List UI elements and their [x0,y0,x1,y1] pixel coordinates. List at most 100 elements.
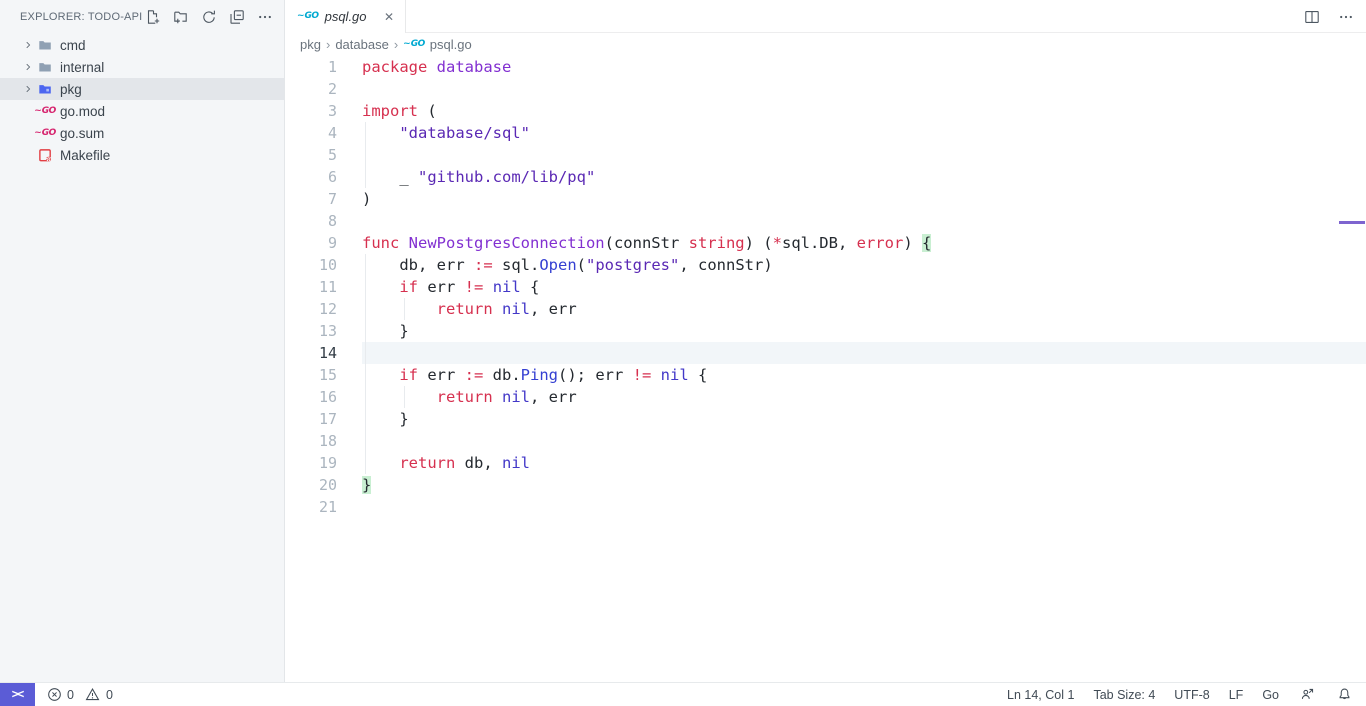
collapse-folders-icon[interactable] [226,6,247,27]
line-number-14[interactable]: 14 [286,342,362,364]
code-token: ) [903,234,922,252]
warning-count: 0 [106,688,113,702]
feedback-icon[interactable] [1298,686,1316,704]
tree-item-internal[interactable]: internal [0,56,284,78]
tab-bar: GO psql.go ✕ [286,0,1366,33]
code-line-9[interactable]: 9func NewPostgresConnection(connStr stri… [286,232,1366,254]
more-actions-icon[interactable] [1336,7,1356,27]
tree-item-cmd[interactable]: cmd [0,34,284,56]
code-line-16[interactable]: 16 return nil, err [286,386,1366,408]
go-mod-file-icon: GO [36,125,54,141]
line-number-3[interactable]: 3 [286,100,362,122]
line-number-12[interactable]: 12 [286,298,362,320]
notifications-bell-icon[interactable] [1335,686,1353,704]
code-line-7[interactable]: 7) [286,188,1366,210]
warnings-icon [84,686,102,704]
code-line-21[interactable]: 21 [286,496,1366,518]
line-number-20[interactable]: 20 [286,474,362,496]
remote-indicator[interactable]: >< [0,683,35,706]
line-number-10[interactable]: 10 [286,254,362,276]
code-token: ( [577,256,586,274]
code-line-1[interactable]: 1package database [286,56,1366,78]
status-language-mode[interactable]: Go [1262,688,1279,702]
go-mod-file-icon: GO [36,103,54,119]
line-number-19[interactable]: 19 [286,452,362,474]
code-line-content: import ( [362,100,1366,122]
code-token: { [521,278,540,296]
code-token [427,58,436,76]
line-number-2[interactable]: 2 [286,78,362,100]
line-number-6[interactable]: 6 [286,166,362,188]
code-line-content [362,78,1366,100]
close-tab-icon[interactable]: ✕ [381,8,397,26]
code-token: } [362,322,409,340]
chevron-right-icon [20,37,36,53]
indent-guide [365,430,366,452]
line-number-18[interactable]: 18 [286,430,362,452]
new-folder-icon[interactable] [170,6,191,27]
code-token [483,278,492,296]
tree-item-pkg[interactable]: pkg [0,78,284,100]
code-editor[interactable]: 1package database23import (4 "database/s… [286,56,1366,518]
indent-guide [365,144,366,166]
line-number-13[interactable]: 13 [286,320,362,342]
status-eol[interactable]: LF [1229,688,1244,702]
line-number-5[interactable]: 5 [286,144,362,166]
code-line-8[interactable]: 8 [286,210,1366,232]
status-encoding[interactable]: UTF-8 [1174,688,1209,702]
code-line-content: return nil, err [362,386,1366,408]
code-token: "postgres" [586,256,679,274]
line-number-11[interactable]: 11 [286,276,362,298]
line-number-21[interactable]: 21 [286,496,362,518]
code-line-content: db, err := sql.Open("postgres", connStr) [362,254,1366,276]
split-editor-icon[interactable] [1302,7,1322,27]
problems-status[interactable]: 0 0 [45,686,119,704]
code-line-content: } [362,408,1366,430]
status-indentation[interactable]: Tab Size: 4 [1093,688,1155,702]
tree-item-go-sum[interactable]: GOgo.sum [0,122,284,144]
line-number-4[interactable]: 4 [286,122,362,144]
refresh-explorer-icon[interactable] [198,6,219,27]
tree-item-label: cmd [60,38,86,53]
tree-item-Makefile[interactable]: Makefile [0,144,284,166]
breadcrumb-item-pkg[interactable]: pkg [300,37,321,52]
code-line-5[interactable]: 5 [286,144,1366,166]
breadcrumb-label: database [335,37,389,52]
code-token: "database/sql" [399,124,530,142]
status-cursor-position[interactable]: Ln 14, Col 1 [1007,688,1074,702]
line-number-1[interactable]: 1 [286,56,362,78]
more-actions-icon[interactable] [254,6,275,27]
tab-psql-go[interactable]: GO psql.go ✕ [286,0,406,33]
code-line-content: ) [362,188,1366,210]
code-line-3[interactable]: 3import ( [286,100,1366,122]
code-line-20[interactable]: 20} [286,474,1366,496]
line-number-9[interactable]: 9 [286,232,362,254]
code-line-15[interactable]: 15 if err := db.Ping(); err != nil { [286,364,1366,386]
code-line-11[interactable]: 11 if err != nil { [286,276,1366,298]
new-file-icon[interactable] [142,6,163,27]
code-line-17[interactable]: 17 } [286,408,1366,430]
code-line-content: } [362,320,1366,342]
code-token [651,366,660,384]
breadcrumb-item-psql-go[interactable]: GOpsql.go [403,37,472,52]
tree-item-go-mod[interactable]: GOgo.mod [0,100,284,122]
line-number-16[interactable]: 16 [286,386,362,408]
code-line-10[interactable]: 10 db, err := sql.Open("postgres", connS… [286,254,1366,276]
code-token: db, err [362,256,474,274]
code-line-14[interactable]: 14 [286,342,1366,364]
code-line-4[interactable]: 4 "database/sql" [286,122,1366,144]
code-token: := [465,366,484,384]
code-line-6[interactable]: 6 _ "github.com/lib/pq" [286,166,1366,188]
code-line-12[interactable]: 12 return nil, err [286,298,1366,320]
line-number-17[interactable]: 17 [286,408,362,430]
code-token: sql.DB, [782,234,857,252]
line-number-7[interactable]: 7 [286,188,362,210]
breadcrumb-item-database[interactable]: database [335,37,389,52]
code-line-2[interactable]: 2 [286,78,1366,100]
code-token [362,124,399,142]
code-line-13[interactable]: 13 } [286,320,1366,342]
line-number-15[interactable]: 15 [286,364,362,386]
code-line-19[interactable]: 19 return db, nil [286,452,1366,474]
line-number-8[interactable]: 8 [286,210,362,232]
code-line-18[interactable]: 18 [286,430,1366,452]
